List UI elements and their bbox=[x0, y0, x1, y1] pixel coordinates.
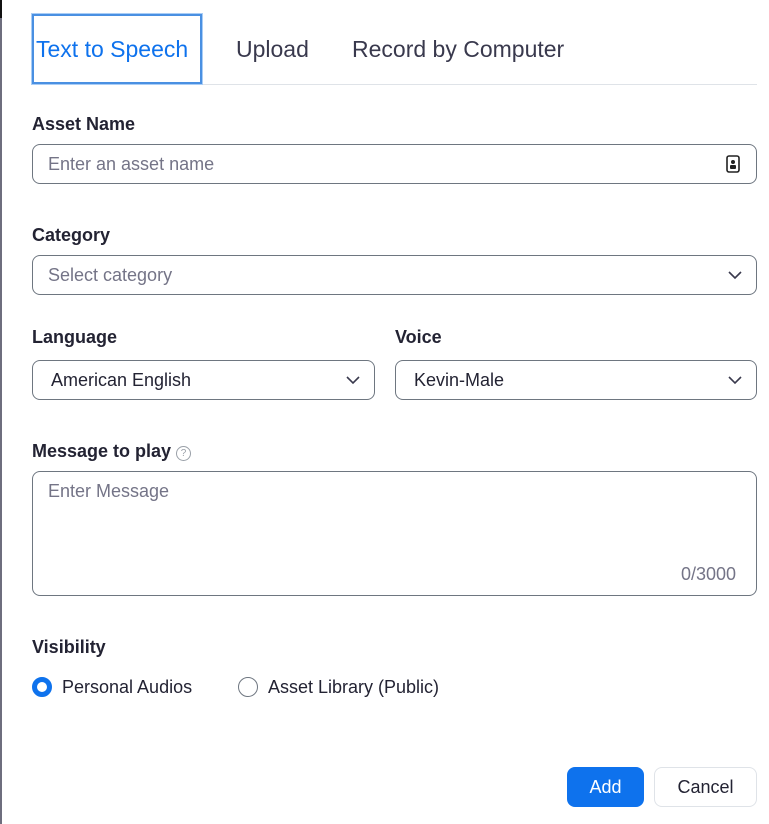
radio-button-checked[interactable] bbox=[32, 677, 52, 697]
voice-label: Voice bbox=[395, 327, 442, 347]
category-select[interactable]: Select category bbox=[32, 255, 757, 295]
radio-label: Asset Library (Public) bbox=[268, 676, 440, 697]
tab-text-to-speech[interactable]: Text to Speech bbox=[31, 13, 203, 85]
voice-value: Kevin-Male bbox=[414, 369, 505, 390]
language-value: American English bbox=[51, 369, 192, 390]
message-textarea[interactable]: Enter Message 0/3000 bbox=[32, 471, 757, 596]
message-label: Message to play? bbox=[32, 441, 192, 462]
tab-bar: Text to Speech Upload Record by Computer bbox=[31, 13, 757, 85]
message-label-text: Message to play bbox=[32, 441, 172, 461]
chevron-down-icon bbox=[728, 376, 742, 385]
cancel-button[interactable]: Cancel bbox=[654, 767, 757, 807]
tab-record-by-computer[interactable]: Record by Computer bbox=[352, 14, 564, 84]
character-counter: 0/3000 bbox=[680, 564, 736, 584]
radio-asset-library[interactable]: Asset Library (Public) bbox=[238, 674, 439, 700]
asset-name-field[interactable] bbox=[32, 144, 757, 184]
language-label: Language bbox=[32, 327, 118, 347]
radio-label: Personal Audios bbox=[62, 676, 193, 697]
message-placeholder: Enter Message bbox=[48, 481, 170, 501]
category-placeholder: Select category bbox=[48, 264, 173, 285]
left-edge-border bbox=[0, 0, 2, 824]
asset-name-input[interactable] bbox=[33, 153, 756, 175]
category-label: Category bbox=[32, 225, 111, 245]
visibility-label: Visibility bbox=[32, 637, 106, 657]
voice-select[interactable]: Kevin-Male bbox=[395, 360, 757, 400]
left-edge-marker bbox=[0, 0, 2, 18]
help-icon[interactable]: ? bbox=[176, 446, 192, 461]
contact-card-icon[interactable] bbox=[726, 155, 740, 173]
radio-button-unchecked[interactable] bbox=[238, 677, 258, 697]
add-button[interactable]: Add bbox=[567, 767, 644, 807]
language-select[interactable]: American English bbox=[32, 360, 375, 400]
chevron-down-icon bbox=[346, 376, 360, 385]
asset-name-label: Asset Name bbox=[32, 114, 136, 134]
chevron-down-icon bbox=[728, 271, 742, 280]
radio-personal-audios[interactable]: Personal Audios bbox=[32, 674, 192, 700]
tab-upload[interactable]: Upload bbox=[236, 14, 309, 84]
